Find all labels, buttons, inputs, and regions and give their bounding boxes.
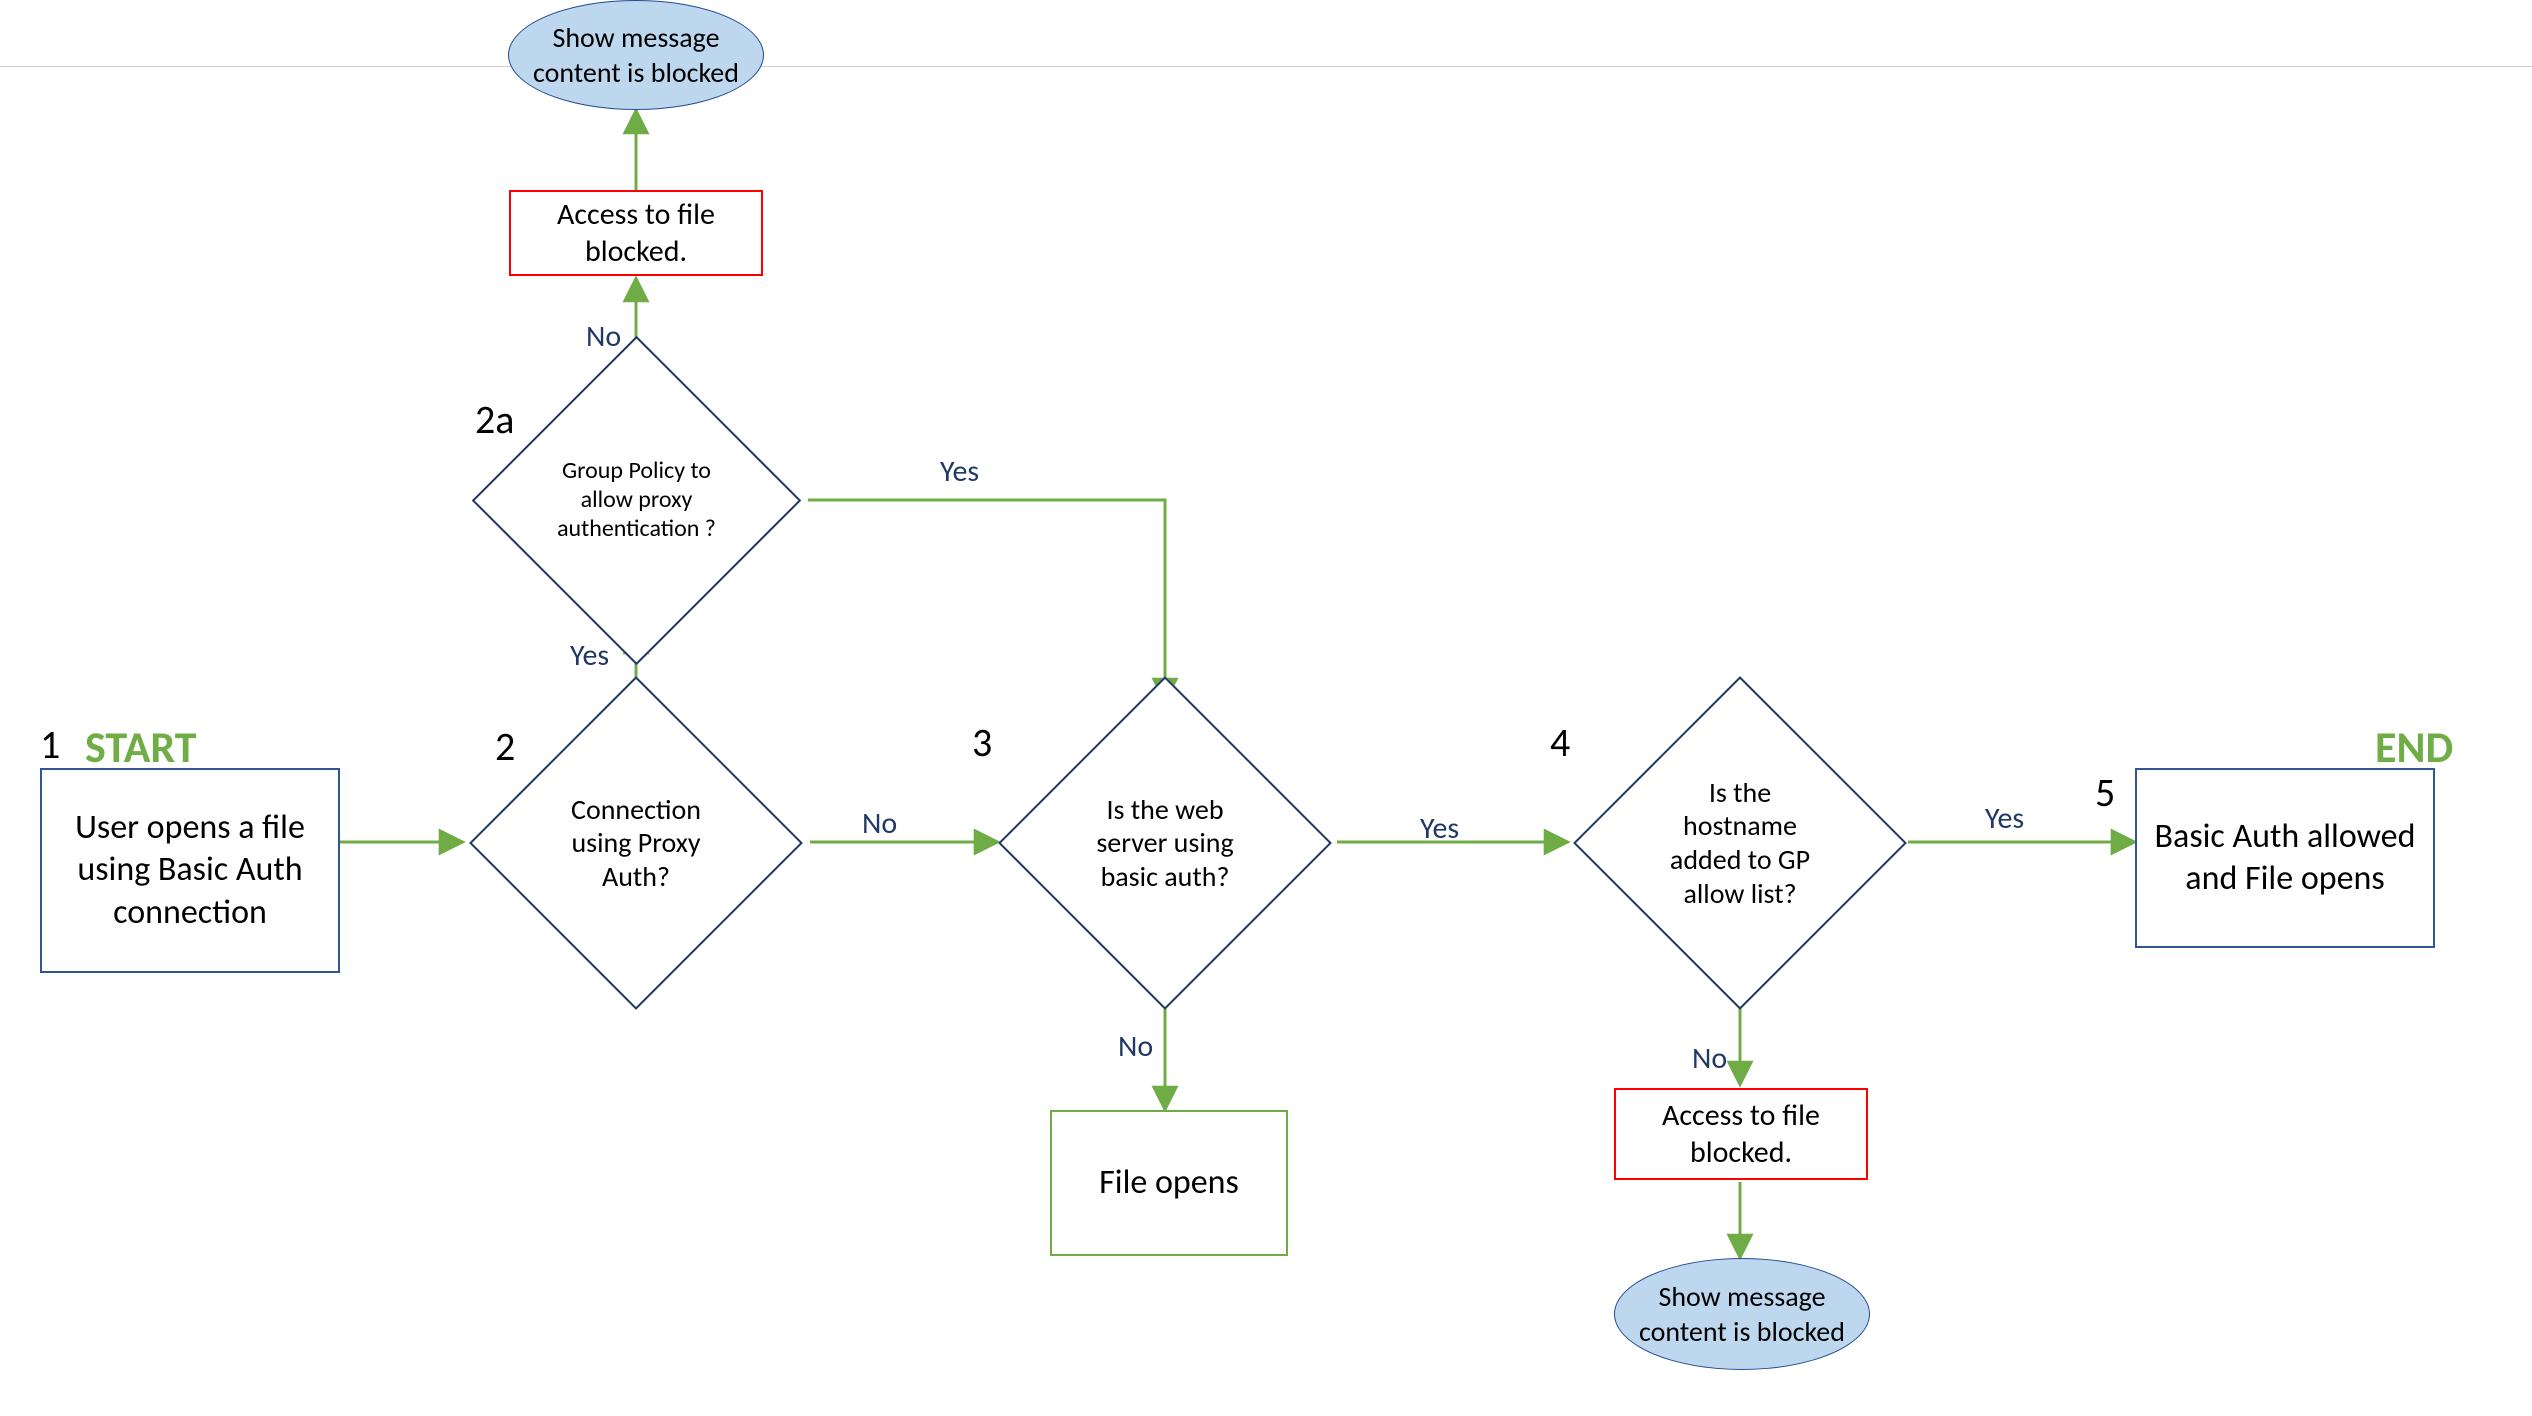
node-file-opens: File opens bbox=[1050, 1110, 1288, 1256]
step-2a-number: 2a bbox=[475, 395, 514, 444]
node-show-msg-bottom: Show message content is blocked bbox=[1614, 1258, 1870, 1370]
edge-4-no-label: No bbox=[1692, 1040, 1727, 1077]
node-4-gp-allowlist: Is the hostname added to GP allow list? bbox=[1622, 725, 1858, 961]
node-3-label: Is the web server using basic auth? bbox=[1047, 725, 1283, 961]
node-file-opens-label: File opens bbox=[1091, 1158, 1247, 1209]
flowchart-canvas: START END 1 2 2a 3 4 5 User opens a file… bbox=[0, 0, 2532, 1416]
node-4-label: Is the hostname added to GP allow list? bbox=[1622, 725, 1858, 961]
edge-2-yes-label: Yes bbox=[570, 637, 609, 674]
node-2-label: Connection using Proxy Auth? bbox=[518, 725, 754, 961]
node-2a-label: Group Policy to allow proxy authenticati… bbox=[520, 384, 753, 617]
node-show-msg-top: Show message content is blocked bbox=[508, 0, 764, 110]
step-2-number: 2 bbox=[495, 722, 515, 771]
edge-2a-3 bbox=[808, 500, 1165, 702]
node-2-proxy-auth: Connection using Proxy Auth? bbox=[518, 725, 754, 961]
edge-4-yes-label: Yes bbox=[1985, 800, 2024, 837]
edge-2a-yes-label: Yes bbox=[940, 453, 979, 490]
step-1-number: 1 bbox=[40, 720, 60, 769]
edge-3-yes-label: Yes bbox=[1420, 810, 1459, 847]
edge-2-no-label: No bbox=[862, 805, 897, 842]
node-access-blocked-bottom-label: Access to file blocked. bbox=[1616, 1093, 1866, 1176]
edge-3-no-label: No bbox=[1118, 1028, 1153, 1065]
step-4-number: 4 bbox=[1550, 718, 1570, 767]
node-access-blocked-top-label: Access to file blocked. bbox=[511, 192, 761, 275]
node-access-blocked-bottom: Access to file blocked. bbox=[1614, 1088, 1868, 1180]
node-show-msg-bottom-label: Show message content is blocked bbox=[1615, 1275, 1869, 1353]
end-label: END bbox=[2375, 720, 2453, 774]
start-label: START bbox=[85, 720, 196, 774]
node-1-label: User opens a file using Basic Auth conne… bbox=[42, 803, 338, 939]
node-5-label: Basic Auth allowed and File opens bbox=[2137, 812, 2433, 905]
node-5-basic-auth-allowed: Basic Auth allowed and File opens bbox=[2135, 768, 2435, 948]
step-5-number: 5 bbox=[2095, 768, 2115, 817]
node-3-webserver-basic-auth: Is the web server using basic auth? bbox=[1047, 725, 1283, 961]
node-1-user-opens-file: User opens a file using Basic Auth conne… bbox=[40, 768, 340, 973]
step-3-number: 3 bbox=[972, 718, 992, 767]
edge-2a-no-label: No bbox=[586, 318, 621, 355]
node-show-msg-top-label: Show message content is blocked bbox=[509, 16, 763, 94]
node-access-blocked-top: Access to file blocked. bbox=[509, 190, 763, 276]
node-2a-group-policy: Group Policy to allow proxy authenticati… bbox=[520, 384, 753, 617]
